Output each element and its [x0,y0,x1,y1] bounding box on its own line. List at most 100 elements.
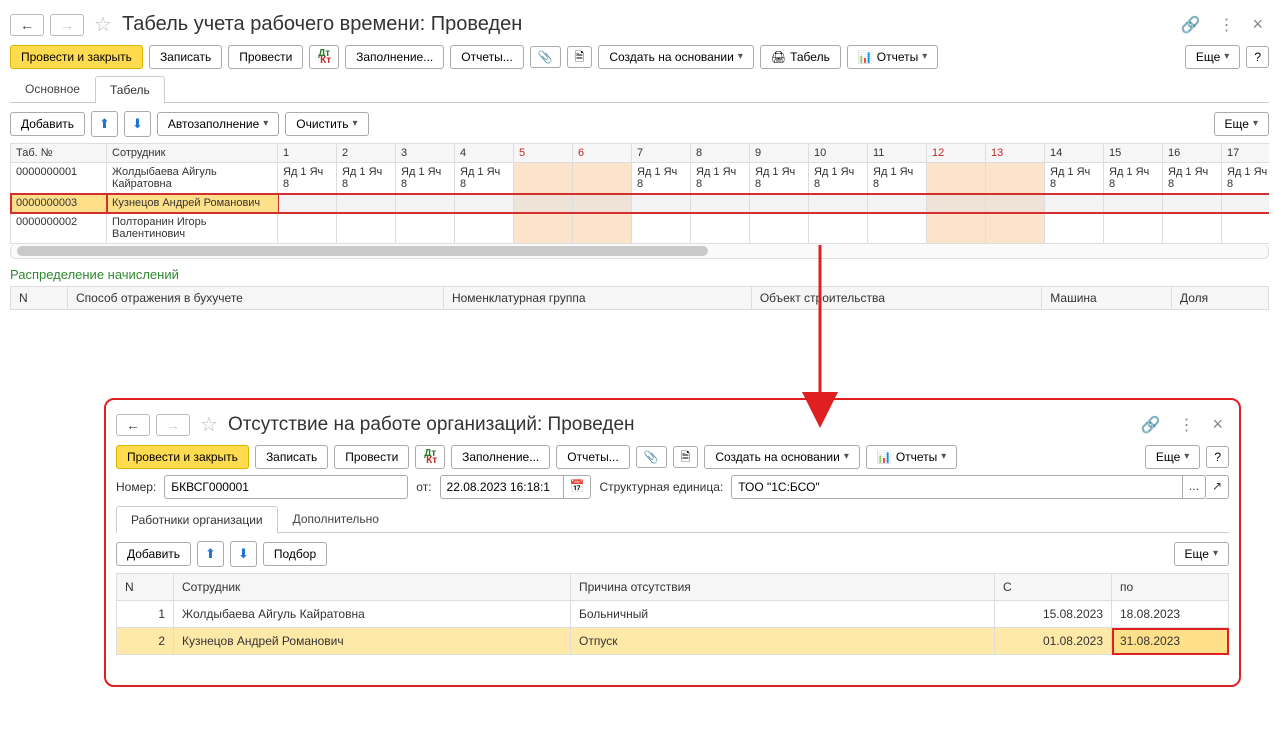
modal-create-based-button[interactable]: Создать на основании ▾ [704,445,860,469]
modal-link-icon[interactable]: 🔗 [1135,415,1167,435]
modal-post-button[interactable]: Провести [334,445,409,469]
cell-day[interactable] [1104,213,1163,244]
table-row[interactable]: 1Жолдыбаева Айгуль КайратовнаБольничный1… [117,601,1229,628]
create-based-button[interactable]: Создать на основании ▾ [598,45,754,69]
cell-day[interactable] [514,163,573,194]
table-row[interactable]: 0000000001Жолдыбаева Айгуль КайратовнаЯд… [11,163,1270,194]
modal-structure-button[interactable]: 🗎 [673,446,699,468]
calendar-icon[interactable]: 📅 [563,475,592,499]
table-row[interactable]: 0000000002Полторанин Игорь Валентинович [11,213,1270,244]
modal-nav-fwd-button[interactable]: → [156,414,190,436]
org-input[interactable] [731,475,1182,499]
modal-dtct-button[interactable]: Дт Кт [415,445,445,469]
allocations-table[interactable]: N Способ отражения в бухучете Номенклату… [10,286,1269,310]
post-close-button[interactable]: Провести и закрыть [10,45,143,69]
cell-day[interactable] [750,194,809,213]
modal-nav-back-button[interactable]: ← [116,414,150,436]
cell-day[interactable] [396,194,455,213]
save-button[interactable]: Записать [149,45,222,69]
post-button[interactable]: Провести [228,45,303,69]
modal-reports2-button[interactable]: 📊 Отчеты ▾ [866,445,957,469]
cell-day[interactable] [1104,194,1163,213]
more-button[interactable]: Еще ▾ [1185,45,1240,69]
modal-tab-workers[interactable]: Работники организации [116,506,278,533]
cell-day[interactable] [809,194,868,213]
structure-button[interactable]: 🗎 [567,46,593,68]
cell-day[interactable]: Яд 1 Яч 8 [868,163,927,194]
org-open-button[interactable]: ↗ [1206,475,1229,499]
cell-day[interactable] [573,194,632,213]
cell-day[interactable] [927,163,986,194]
cell-day[interactable] [455,213,514,244]
date-input[interactable] [440,475,563,499]
cell-day[interactable] [632,213,691,244]
cell-day[interactable] [514,194,573,213]
modal-save-button[interactable]: Записать [255,445,328,469]
reports-button[interactable]: Отчеты... [450,45,523,69]
cell-day[interactable]: Яд 1 Яч 8 [1163,163,1222,194]
modal-tab-additional[interactable]: Дополнительно [278,505,394,532]
cell-day[interactable] [1045,194,1104,213]
cell-day[interactable] [986,194,1045,213]
cell-day[interactable]: Яд 1 Яч 8 [396,163,455,194]
cell-day[interactable]: Яд 1 Яч 8 [337,163,396,194]
cell-day[interactable] [1163,213,1222,244]
modal-kebab-icon[interactable]: ⋮ [1172,415,1200,435]
timesheet-table[interactable]: Таб. №Сотрудник1234567891011121314151617… [10,143,1269,244]
modal-post-close-button[interactable]: Провести и закрыть [116,445,249,469]
tab-tabel[interactable]: Табель [95,76,165,103]
cell-day[interactable]: Яд 1 Яч 8 [1104,163,1163,194]
cell-day[interactable] [1222,194,1270,213]
cell-day[interactable]: Яд 1 Яч 8 [1045,163,1104,194]
modal-help-button[interactable]: ? [1206,446,1229,468]
modal-close-icon[interactable]: × [1206,414,1229,435]
cell-day[interactable] [691,194,750,213]
clear-button[interactable]: Очистить ▾ [285,112,368,136]
modal-reports-button[interactable]: Отчеты... [556,445,629,469]
move-down-button[interactable]: ⬇ [124,111,151,137]
modal-move-down-button[interactable]: ⬇ [230,541,257,567]
cell-day[interactable] [927,194,986,213]
modal-attach-button[interactable]: 📎 [636,446,667,468]
modal-grid-more-button[interactable]: Еще ▾ [1174,542,1229,566]
cell-day[interactable]: Яд 1 Яч 8 [278,163,337,194]
modal-pick-button[interactable]: Подбор [263,542,327,566]
cell-day[interactable] [986,213,1045,244]
cell-day[interactable]: Яд 1 Яч 8 [455,163,514,194]
table-row[interactable]: 2Кузнецов Андрей РомановичОтпуск01.08.20… [117,628,1229,655]
cell-day[interactable] [927,213,986,244]
modal-favorite-star-icon[interactable]: ☆ [196,412,222,437]
autofill-button[interactable]: Автозаполнение ▾ [157,112,279,136]
cell-day[interactable]: Яд 1 Яч 8 [632,163,691,194]
modal-fill-button[interactable]: Заполнение... [451,445,550,469]
cell-day[interactable] [514,213,573,244]
org-select-button[interactable]: ... [1182,475,1206,499]
number-input[interactable] [164,475,408,499]
modal-add-button[interactable]: Добавить [116,542,191,566]
cell-day[interactable] [573,163,632,194]
add-row-button[interactable]: Добавить [10,112,85,136]
dtct-button[interactable]: Дт Кт [309,45,339,69]
favorite-star-icon[interactable]: ☆ [90,12,116,37]
nav-fwd-button[interactable]: → [50,14,84,36]
cell-day[interactable] [750,213,809,244]
cell-day[interactable] [809,213,868,244]
cell-day[interactable] [1222,213,1270,244]
link-icon[interactable]: 🔗 [1175,15,1207,35]
table-row[interactable]: 0000000003Кузнецов Андрей Романович [11,194,1270,213]
tab-main[interactable]: Основное [10,75,95,102]
cell-day[interactable]: Яд 1 Яч 8 [691,163,750,194]
cell-day[interactable]: Яд 1 Яч 8 [1222,163,1270,194]
cell-day[interactable] [337,194,396,213]
move-up-button[interactable]: ⬆ [91,111,118,137]
cell-day[interactable] [632,194,691,213]
kebab-icon[interactable]: ⋮ [1212,15,1240,35]
help-button[interactable]: ? [1246,46,1269,68]
cell-day[interactable] [396,213,455,244]
print-tabel-button[interactable]: Табель [760,45,841,69]
absence-table[interactable]: N Сотрудник Причина отсутствия С по 1Жол… [116,573,1229,655]
cell-day[interactable] [1163,194,1222,213]
modal-move-up-button[interactable]: ⬆ [197,541,224,567]
cell-day[interactable] [337,213,396,244]
cell-day[interactable]: Яд 1 Яч 8 [750,163,809,194]
